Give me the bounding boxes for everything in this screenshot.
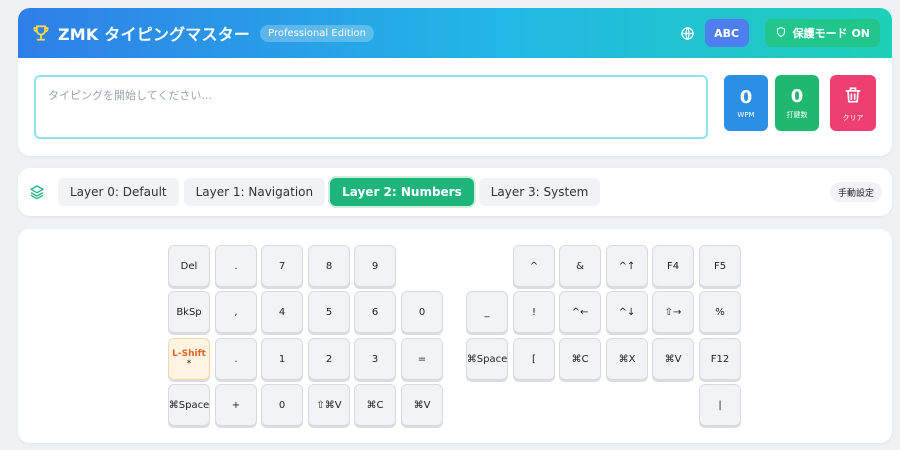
- key[interactable]: !: [513, 291, 555, 333]
- key[interactable]: ^: [513, 245, 555, 287]
- clear-label: クリア: [842, 113, 864, 122]
- key[interactable]: .: [215, 338, 257, 380]
- key-cmd-space[interactable]: ⌘Space: [466, 338, 508, 380]
- typing-panel: 0 WPM 0 打鍵数 クリア: [18, 58, 892, 156]
- manual-setting-button[interactable]: 手動設定: [829, 182, 882, 202]
- key-left-shift-sublabel: *: [186, 359, 192, 369]
- key[interactable]: ^↑: [606, 245, 648, 287]
- key[interactable]: ,: [215, 291, 257, 333]
- key[interactable]: =: [401, 338, 443, 380]
- key[interactable]: +: [215, 384, 257, 426]
- layer-selector: Layer 0: Default Layer 1: Navigation Lay…: [18, 168, 892, 216]
- key[interactable]: ⇧→: [652, 291, 694, 333]
- key[interactable]: %: [699, 291, 741, 333]
- key[interactable]: [: [513, 338, 555, 380]
- key[interactable]: 5: [308, 291, 350, 333]
- shield-icon: [775, 26, 787, 41]
- key[interactable]: ^↓: [606, 291, 648, 333]
- key[interactable]: ⌘V: [652, 338, 694, 380]
- header-controls: ABC 保護モード ON: [679, 19, 880, 47]
- trash-icon: [843, 84, 863, 110]
- key-cmd-space[interactable]: ⌘Space: [168, 384, 210, 426]
- globe-icon[interactable]: [679, 24, 697, 42]
- keystroke-counter: 0 打鍵数: [775, 75, 819, 131]
- key[interactable]: ⌘C: [559, 338, 601, 380]
- key[interactable]: ⌘C: [354, 384, 396, 426]
- key-f4[interactable]: F4: [652, 245, 694, 287]
- key[interactable]: ⌘X: [606, 338, 648, 380]
- tab-layer-2[interactable]: Layer 2: Numbers: [330, 178, 474, 206]
- input-mode-button[interactable]: ABC: [704, 19, 749, 47]
- key-backspace[interactable]: BkSp: [168, 291, 210, 333]
- key[interactable]: 0: [261, 384, 303, 426]
- app-header: ZMK タイピングマスター Professional Edition ABC 保…: [18, 8, 892, 58]
- key[interactable]: ^←: [559, 291, 601, 333]
- layers-icon: [28, 183, 46, 201]
- key-left-shift[interactable]: L-Shift *: [168, 338, 210, 380]
- wpm-label: WPM: [737, 110, 755, 119]
- key-f12[interactable]: F12: [699, 338, 741, 380]
- tab-layer-1[interactable]: Layer 1: Navigation: [183, 178, 326, 206]
- key[interactable]: 7: [261, 245, 303, 287]
- typing-input[interactable]: [34, 75, 708, 139]
- key[interactable]: 9: [354, 245, 396, 287]
- key[interactable]: 4: [261, 291, 303, 333]
- key[interactable]: 3: [354, 338, 396, 380]
- key-f5[interactable]: F5: [699, 245, 741, 287]
- trophy-icon: [30, 22, 52, 44]
- key[interactable]: .: [215, 245, 257, 287]
- keystroke-value: 0: [790, 85, 804, 107]
- app: ZMK タイピングマスター Professional Edition ABC 保…: [0, 0, 900, 450]
- tab-layer-0[interactable]: Layer 0: Default: [58, 178, 179, 206]
- protect-mode-toggle[interactable]: 保護モード ON: [764, 19, 880, 47]
- key[interactable]: 1: [261, 338, 303, 380]
- key[interactable]: ⇧⌘V: [308, 384, 350, 426]
- key-del[interactable]: Del: [168, 245, 210, 287]
- key[interactable]: &: [559, 245, 601, 287]
- protect-mode-label: 保護モード ON: [792, 27, 870, 40]
- key[interactable]: |: [699, 384, 741, 426]
- app-title: ZMK タイピングマスター: [58, 25, 251, 44]
- clear-button[interactable]: クリア: [830, 75, 876, 131]
- key-left-shift-label: L-Shift: [172, 349, 206, 359]
- key[interactable]: ⌘V: [401, 384, 443, 426]
- keystroke-label: 打鍵数: [786, 110, 808, 119]
- wpm-value: 0: [739, 86, 753, 108]
- key[interactable]: 0: [401, 291, 443, 333]
- edition-badge: Professional Edition: [260, 24, 374, 42]
- keyboard-layout: Del . 7 8 9 BkSp , 4 5 6 0 L-Shift * . 1…: [18, 229, 892, 443]
- wpm-counter: 0 WPM: [724, 75, 768, 131]
- tab-layer-3[interactable]: Layer 3: System: [478, 178, 601, 206]
- key[interactable]: _: [466, 291, 508, 333]
- key[interactable]: 2: [308, 338, 350, 380]
- key[interactable]: 6: [354, 291, 396, 333]
- key[interactable]: 8: [308, 245, 350, 287]
